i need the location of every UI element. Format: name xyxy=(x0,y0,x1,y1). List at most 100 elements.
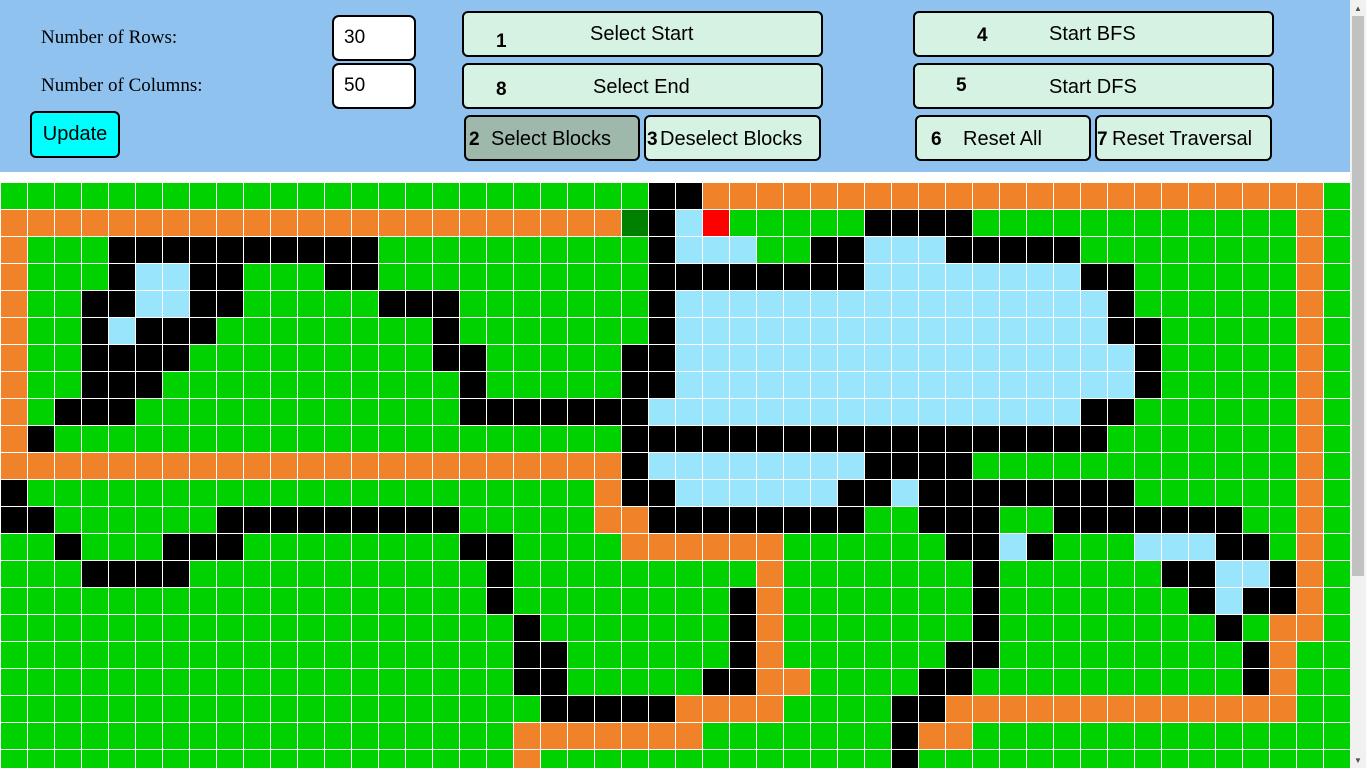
visited-cell[interactable] xyxy=(1081,372,1107,398)
grid-cell[interactable] xyxy=(919,750,945,768)
grid-cell[interactable] xyxy=(406,561,432,587)
wall-cell[interactable] xyxy=(325,237,351,263)
path-cell[interactable] xyxy=(1,264,27,290)
grid-cell[interactable] xyxy=(163,696,189,722)
grid-cell[interactable] xyxy=(1324,750,1350,768)
visited-cell[interactable] xyxy=(676,210,702,236)
grid-cell[interactable] xyxy=(28,723,54,749)
path-cell[interactable] xyxy=(1,345,27,371)
path-cell[interactable] xyxy=(946,723,972,749)
grid-cell[interactable] xyxy=(1081,210,1107,236)
path-cell[interactable] xyxy=(1297,291,1323,317)
grid-cell[interactable] xyxy=(217,696,243,722)
grid-cell[interactable] xyxy=(1108,615,1134,641)
grid-cell[interactable] xyxy=(1216,669,1242,695)
grid-cell[interactable] xyxy=(487,372,513,398)
grid-cell[interactable] xyxy=(1189,426,1215,452)
grid-cell[interactable] xyxy=(352,696,378,722)
path-cell[interactable] xyxy=(1,399,27,425)
grid-cell[interactable] xyxy=(1189,291,1215,317)
grid-cell[interactable] xyxy=(1027,615,1053,641)
grid-cell[interactable] xyxy=(757,723,783,749)
grid-cell[interactable] xyxy=(1270,399,1296,425)
grid-cell[interactable] xyxy=(217,561,243,587)
path-cell[interactable] xyxy=(1270,642,1296,668)
grid-cell[interactable] xyxy=(217,318,243,344)
grid-cell[interactable] xyxy=(28,615,54,641)
grid-cell[interactable] xyxy=(325,318,351,344)
path-cell[interactable] xyxy=(1027,696,1053,722)
visited-cell[interactable] xyxy=(1027,291,1053,317)
path-cell[interactable] xyxy=(406,453,432,479)
visited-cell[interactable] xyxy=(865,318,891,344)
grid-cell[interactable] xyxy=(244,750,270,768)
wall-cell[interactable] xyxy=(568,696,594,722)
wall-cell[interactable] xyxy=(1135,318,1161,344)
grid-cell[interactable] xyxy=(487,723,513,749)
visited-cell[interactable] xyxy=(784,318,810,344)
wall-cell[interactable] xyxy=(946,426,972,452)
grid-cell[interactable] xyxy=(838,534,864,560)
grid-cell[interactable] xyxy=(325,399,351,425)
grid-cell[interactable] xyxy=(892,669,918,695)
path-cell[interactable] xyxy=(541,453,567,479)
grid-cell[interactable] xyxy=(487,291,513,317)
path-cell[interactable] xyxy=(217,453,243,479)
grid-cell[interactable] xyxy=(28,399,54,425)
grid-cell[interactable] xyxy=(649,615,675,641)
wall-cell[interactable] xyxy=(190,318,216,344)
wall-cell[interactable] xyxy=(1108,480,1134,506)
grid-cell[interactable] xyxy=(1243,291,1269,317)
grid-cell[interactable] xyxy=(163,669,189,695)
visited-cell[interactable] xyxy=(1000,318,1026,344)
grid-cell[interactable] xyxy=(1216,210,1242,236)
grid-cell[interactable] xyxy=(568,669,594,695)
grid-cell[interactable] xyxy=(541,561,567,587)
wall-cell[interactable] xyxy=(379,507,405,533)
wall-cell[interactable] xyxy=(460,534,486,560)
path-cell[interactable] xyxy=(1243,696,1269,722)
grid-cell[interactable] xyxy=(379,345,405,371)
wall-cell[interactable] xyxy=(460,399,486,425)
path-cell[interactable] xyxy=(433,453,459,479)
grid-cell[interactable] xyxy=(244,318,270,344)
path-cell[interactable] xyxy=(82,453,108,479)
grid-cell[interactable] xyxy=(1027,723,1053,749)
visited-cell[interactable] xyxy=(1081,318,1107,344)
grid-cell[interactable] xyxy=(676,561,702,587)
path-cell[interactable] xyxy=(649,534,675,560)
grid-cell[interactable] xyxy=(1297,642,1323,668)
grid-cell[interactable] xyxy=(82,507,108,533)
wall-cell[interactable] xyxy=(433,345,459,371)
reset-traversal-button[interactable]: 7 Reset Traversal xyxy=(1095,115,1272,161)
grid-cell[interactable] xyxy=(892,507,918,533)
grid-cell[interactable] xyxy=(298,534,324,560)
grid-cell[interactable] xyxy=(1081,561,1107,587)
visited-cell[interactable] xyxy=(676,453,702,479)
visited-cell[interactable] xyxy=(757,399,783,425)
visited-cell[interactable] xyxy=(730,291,756,317)
wall-cell[interactable] xyxy=(82,372,108,398)
grid-cell[interactable] xyxy=(55,642,81,668)
visited-cell[interactable] xyxy=(784,453,810,479)
grid-cell[interactable] xyxy=(595,291,621,317)
grid-cell[interactable] xyxy=(1162,372,1188,398)
path-cell[interactable] xyxy=(1297,480,1323,506)
grid-cell[interactable] xyxy=(28,183,54,209)
visited-cell[interactable] xyxy=(1135,534,1161,560)
grid-cell[interactable] xyxy=(730,723,756,749)
grid-cell[interactable] xyxy=(541,615,567,641)
wall-cell[interactable] xyxy=(973,480,999,506)
path-cell[interactable] xyxy=(730,696,756,722)
grid-cell[interactable] xyxy=(811,696,837,722)
grid-cell[interactable] xyxy=(595,642,621,668)
grid-cell[interactable] xyxy=(1162,426,1188,452)
grid-cell[interactable] xyxy=(1000,561,1026,587)
scroll-up-icon[interactable]: ▲ xyxy=(1350,0,1366,16)
grid-cell[interactable] xyxy=(325,426,351,452)
grid-cell[interactable] xyxy=(1108,210,1134,236)
grid-cell[interactable] xyxy=(460,669,486,695)
visited-cell[interactable] xyxy=(1162,534,1188,560)
grid-cell[interactable] xyxy=(433,399,459,425)
wall-cell[interactable] xyxy=(649,237,675,263)
